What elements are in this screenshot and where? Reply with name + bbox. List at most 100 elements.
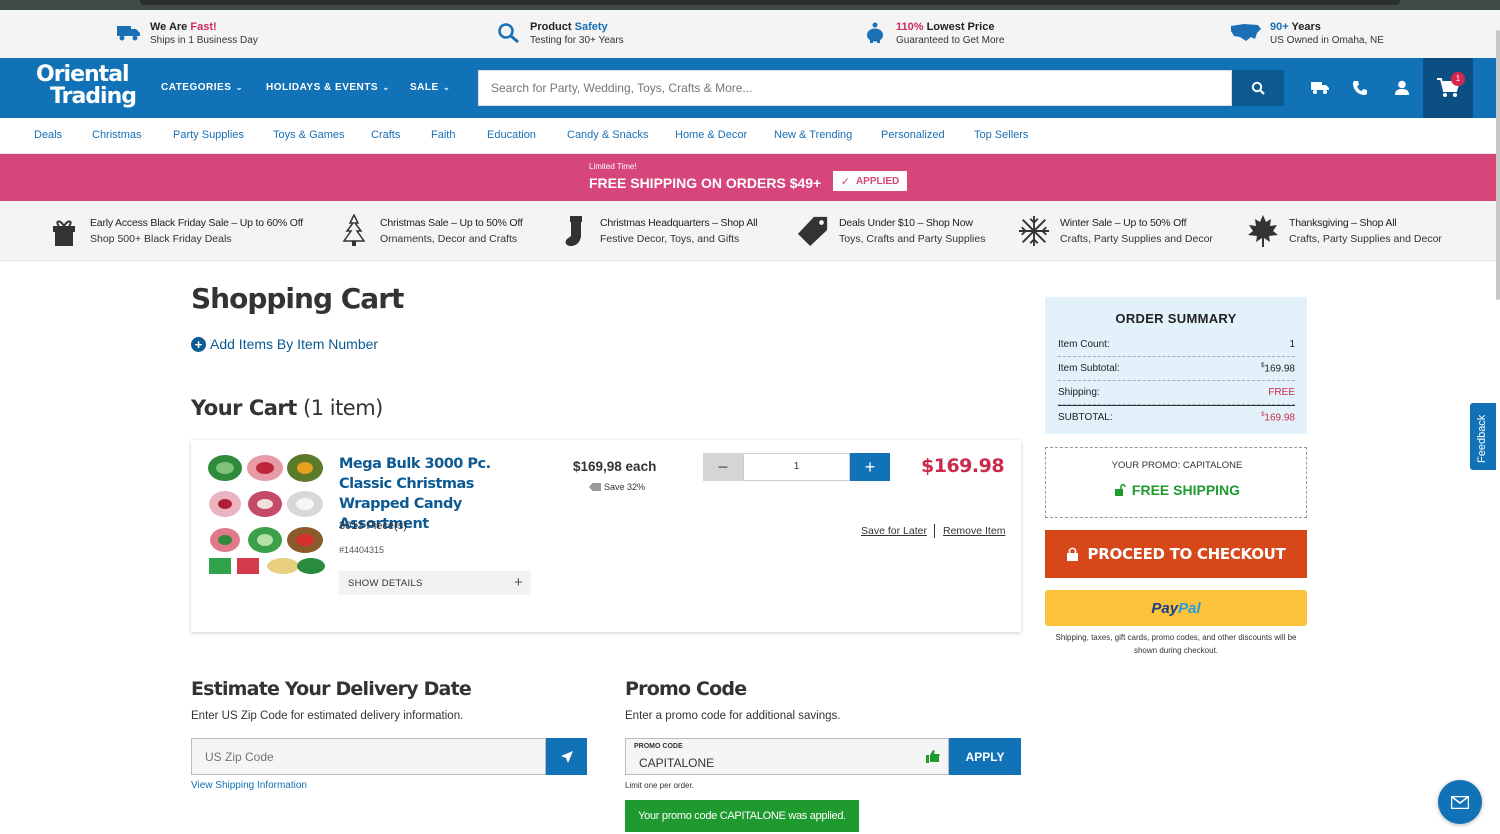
cat-link-christmas[interactable]: Christmas [92, 129, 142, 141]
unlock-icon [1114, 484, 1126, 496]
promo-code-value[interactable]: CAPITALONE [639, 756, 714, 770]
apply-promo-button[interactable]: APPLY [949, 738, 1021, 775]
value-props-bar: We Are Fast! Ships in 1 Business Day Pro… [0, 10, 1500, 58]
price-each: $169,98 each [573, 459, 657, 474]
cat-link-deals[interactable]: Deals [34, 129, 62, 141]
promo-code-label: PROMO CODE [634, 743, 683, 750]
cart-item-count: (1 item) [303, 396, 383, 420]
gift-icon [48, 213, 80, 249]
cat-link-education[interactable]: Education [487, 129, 536, 141]
deal-thanksgiving[interactable]: Thanksgiving – Shop All Crafts, Party Sup… [1247, 213, 1442, 249]
christmas-tree-icon [338, 213, 370, 249]
view-shipping-info-link[interactable]: View Shipping Information [191, 780, 307, 791]
cat-link-toys-games[interactable]: Toys & Games [273, 129, 345, 141]
quantity-input[interactable]: 1 [743, 453, 850, 481]
site-logo[interactable]: Oriental Trading [36, 62, 137, 114]
cat-link-top-sellers[interactable]: Top Sellers [974, 129, 1028, 141]
cat-link-new-trending[interactable]: New & Trending [774, 129, 852, 141]
savings-badge: Save 32% [589, 482, 645, 492]
tag-icon [589, 483, 601, 491]
price-tag-icon [797, 213, 829, 249]
deal-black-friday[interactable]: Early Access Black Friday Sale – Up to 6… [48, 213, 303, 249]
cat-link-home-decor[interactable]: Home & Decor [675, 129, 747, 141]
cat-link-crafts[interactable]: Crafts [371, 129, 400, 141]
value-prop-years: 90+ Years US Owned in Omaha, NE [1230, 20, 1384, 46]
nav-sale[interactable]: SALE ⌄ [410, 82, 451, 93]
summary-value: 169.98 [1264, 363, 1295, 375]
deal-sub: Crafts, Party Supplies and Decor [1060, 233, 1213, 245]
logo-line-2: Trading [50, 84, 137, 109]
deals-strip: Early Access Black Friday Sale – Up to 6… [0, 201, 1500, 261]
vp-title-a: We Are [150, 20, 191, 33]
top-strip-inner [140, 0, 1400, 5]
product-pieces: 3013 Piece(s) [339, 520, 407, 532]
zip-code-input[interactable] [191, 738, 546, 775]
summary-value: 1 [1289, 339, 1295, 350]
promo-code-field[interactable]: PROMO CODE CAPITALONE [625, 738, 949, 775]
product-image[interactable] [205, 452, 327, 576]
savings-label: Save 32% [604, 482, 646, 492]
nav-holidays-events[interactable]: HOLIDAYS & EVENTS ⌄ [266, 82, 390, 93]
show-details-toggle[interactable]: SHOW DETAILS + [339, 571, 531, 595]
vp-title-b: Safety [574, 20, 608, 33]
piggy-bank-icon [862, 20, 888, 46]
search-input[interactable] [478, 70, 1232, 106]
envelope-icon [1451, 795, 1469, 809]
locate-button[interactable] [546, 738, 587, 775]
cat-link-party-supplies[interactable]: Party Supplies [173, 129, 244, 141]
vp-sub: Ships in 1 Business Day [150, 34, 258, 46]
snowflake-icon [1018, 213, 1050, 249]
quantity-decrease-button[interactable]: − [703, 453, 743, 481]
search-button[interactable] [1232, 70, 1284, 106]
feedback-tab[interactable]: Feedback [1470, 403, 1496, 470]
nav-label: SALE [410, 82, 439, 93]
value-prop-fast: We Are Fast! Ships in 1 Business Day [116, 20, 258, 46]
plus-icon: + [513, 574, 523, 591]
cat-link-personalized[interactable]: Personalized [881, 129, 945, 141]
remove-item-link[interactable]: Remove Item [943, 525, 1005, 537]
cart-count-badge: 1 [1451, 72, 1465, 86]
quantity-increase-button[interactable]: + [850, 453, 890, 481]
stocking-icon [558, 213, 590, 249]
nav-label: CATEGORIES [161, 82, 232, 93]
checkmark-icon: ✓ [840, 175, 850, 188]
deal-title: Winter Sale – Up to 50% Off [1060, 217, 1187, 229]
promo-small-text: Limited Time! [589, 162, 637, 171]
deal-winter-sale[interactable]: Winter Sale – Up to 50% Off Crafts, Party… [1018, 213, 1213, 249]
nav-categories[interactable]: CATEGORIES ⌄ [161, 82, 243, 93]
plus-circle-icon: + [191, 336, 206, 352]
deal-christmas-hq[interactable]: Christmas Headquarters – Shop All Festive… [558, 213, 758, 249]
cart-button[interactable]: 1 [1423, 58, 1473, 118]
phone-icon[interactable] [1348, 76, 1372, 100]
vp-title-a: Product [530, 20, 575, 33]
value-prop-safety: Product Safety Testing for 30+ Years [496, 20, 624, 46]
deal-under-10[interactable]: Deals Under $10 – Shop Now Toys, Crafts a… [797, 213, 985, 249]
order-summary: ORDER SUMMARY Item Count: 1 Item Subtota… [1045, 297, 1307, 434]
nav-label: HOLIDAYS & EVENTS [266, 82, 379, 93]
summary-label: Item Subtotal: [1058, 363, 1120, 374]
cat-link-candy-snacks[interactable]: Candy & Snacks [567, 129, 648, 141]
location-arrow-icon [560, 750, 573, 763]
applied-badge: ✓ APPLIED [833, 171, 907, 191]
save-for-later-link[interactable]: Save for Later [861, 525, 927, 537]
chevron-down-icon: ⌄ [235, 82, 244, 92]
add-items-by-number-link[interactable]: + Add Items By Item Number [191, 336, 378, 352]
applied-label: APPLIED [855, 175, 900, 187]
account-icon[interactable] [1390, 76, 1414, 100]
page-title: Shopping Cart [191, 282, 404, 315]
shipping-truck-icon[interactable] [1308, 76, 1332, 100]
summary-label: Shipping: [1058, 387, 1100, 398]
deal-christmas-sale[interactable]: Christmas Sale – Up to 50% Off Ornaments,… [338, 213, 523, 249]
scrollbar[interactable] [1496, 30, 1500, 300]
chat-button[interactable] [1438, 780, 1482, 824]
deal-sub: Festive Decor, Toys, and Gifts [600, 233, 740, 245]
logo-line-1: Oriental [36, 62, 130, 87]
delivery-subtitle: Enter US Zip Code for estimated delivery… [191, 710, 464, 722]
paypal-button[interactable]: Pay Pal [1045, 590, 1307, 626]
vp-sub: US Owned in Omaha, NE [1270, 34, 1384, 46]
free-shipping-banner[interactable]: Limited Time! FREE SHIPPING ON ORDERS $4… [0, 154, 1500, 201]
deal-title: Thanksgiving – Shop All [1289, 217, 1397, 229]
cat-link-faith[interactable]: Faith [431, 129, 455, 141]
proceed-to-checkout-button[interactable]: PROCEED TO CHECKOUT [1045, 530, 1307, 578]
value-prop-price: 110% Lowest Price Guaranteed to Get More [862, 20, 1004, 46]
